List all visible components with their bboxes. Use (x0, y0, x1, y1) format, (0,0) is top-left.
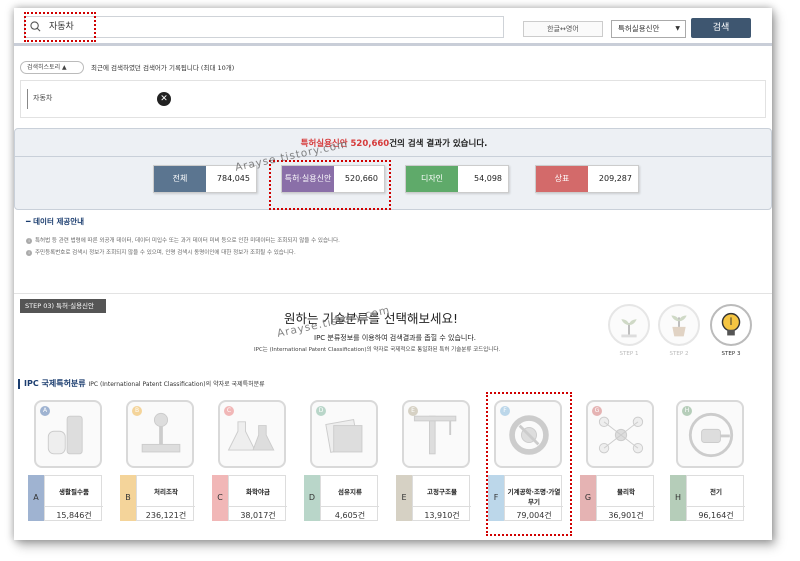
ipc-count: 4,605건 (321, 506, 379, 521)
paper-stack-icon[interactable]: D (310, 400, 378, 468)
ipc-name: 물리학 (617, 488, 635, 496)
ipc-subtitle: IPC (International Patent Classification… (88, 381, 265, 388)
ipc-card-d[interactable]: D D 섬유지류 4,605건 (304, 400, 380, 522)
info-icon: i (26, 249, 32, 256)
category-count: 209,287 (598, 174, 632, 183)
search-input[interactable]: 자동차 (24, 16, 504, 38)
ipc-name: 전기 (710, 488, 722, 496)
divider (27, 89, 28, 109)
ipc-card-h[interactable]: H H 전기 96,164건 (670, 400, 746, 522)
type-select[interactable]: 특허실용신안 ▼ (611, 20, 686, 38)
notice-line: i 주민등록번호로 검색시 정보가 조회되지 않을 수 있으며, 인명 검색시 동… (26, 248, 296, 256)
ipc-title: IPC 국제특허분류 (24, 379, 86, 388)
ipc-count: 96,164건 (687, 506, 745, 521)
ipc-count: 36,901건 (597, 506, 655, 521)
ipc-name: 고정구조물 (427, 488, 457, 496)
ipc-info: 화학야금 38,017건 (228, 475, 287, 521)
ipc-info: 전기 96,164건 (686, 475, 745, 521)
category-design[interactable]: 디자인 54,098 (405, 165, 509, 193)
ipc-name: 생활필수품 (59, 488, 89, 496)
close-icon[interactable]: ✕ (157, 92, 171, 106)
notice-title: ━ 데이터 제공안내 (26, 217, 85, 226)
ipc-header: IPC 국제특허분류 IPC (International Patent Cla… (18, 378, 265, 389)
notice-line: i 특허법 등 관련 법령에 따른 외공개 데이터, 데이터 미입수 또는 과거 … (26, 236, 340, 244)
search-bar: 자동차 한글↔영어 특허실용신안 ▼ 검색 (14, 8, 772, 46)
ipc-card-e[interactable]: E E 고정구조물 13,910건 (396, 400, 472, 522)
notice-text: 특허법 등 관련 법령에 따른 외공개 데이터, 데이터 미입수 또는 과거 데… (35, 238, 340, 244)
divider (15, 156, 771, 157)
plug-icon[interactable]: H (676, 400, 744, 468)
app-window: 자동차 한글↔영어 특허실용신안 ▼ 검색 검색히스토리 ▲ 최근에 검색하였던… (14, 8, 772, 540)
joystick-icon[interactable]: B (126, 400, 194, 468)
step-label: STEP 1 (619, 351, 639, 357)
ipc-info: 섬유지류 4,605건 (320, 475, 379, 521)
notice-title-text: 데이터 제공안내 (33, 217, 85, 226)
category-count: 54,098 (474, 174, 502, 183)
search-button[interactable]: 검색 (691, 18, 751, 38)
category-label: 디자인 (406, 166, 458, 192)
molecule-icon[interactable]: G (586, 400, 654, 468)
ipc-letter: H (670, 475, 686, 521)
results-suffix: 건의 검색 결과가 있습니다. (389, 139, 488, 149)
divider (18, 378, 20, 389)
category-label: 전체 (154, 166, 206, 192)
step-description: IPC는 (International Patent Classificatio… (254, 347, 501, 353)
category-label: 상표 (536, 166, 588, 192)
ipc-name: 섬유지류 (338, 488, 362, 496)
ipc-info: 생활필수품 15,846건 (44, 475, 103, 521)
ipc-count: 38,017건 (229, 506, 287, 521)
step-section: STEP 03) 특허·실용신안 원하는 기술분류를 선택해보세요! IPC 분… (14, 293, 772, 368)
step-badge: STEP 03) 특허·실용신안 (20, 299, 106, 313)
ipc-count: 13,910건 (413, 506, 471, 521)
ipc-letter: C (212, 475, 228, 521)
step3-lightbulb-icon (710, 304, 752, 346)
household-items-icon[interactable]: A (34, 400, 102, 468)
history-bar: 검색히스토리 ▲ 최근에 검색하였던 검색어가 기록됩니다 (최대 10개) (14, 58, 772, 78)
history-list: 자동차 ✕ (20, 80, 766, 118)
notice-text: 주민등록번호로 검색시 정보가 조회되지 않을 수 있으며, 인명 검색시 동명… (35, 250, 296, 256)
history-description: 최근에 검색하였던 검색어가 기록됩니다 (최대 10개) (91, 64, 235, 72)
ipc-letter: E (396, 475, 412, 521)
type-select-label: 특허실용신안 (618, 24, 660, 33)
step-subtitle: IPC 분류정보를 이용하여 검색결과를 좁힐 수 있습니다. (314, 334, 476, 342)
highlight-box (486, 392, 572, 536)
ipc-letter: B (120, 475, 136, 521)
ipc-info: 처리조작 236,121건 (136, 475, 195, 521)
ipc-letter: G (580, 475, 596, 521)
lang-toggle[interactable]: 한글↔영어 (523, 21, 603, 37)
flask-icon[interactable]: C (218, 400, 286, 468)
ipc-card-c[interactable]: C C 화학야금 38,017건 (212, 400, 288, 522)
ipc-count: 236,121건 (137, 506, 195, 521)
category-trademark[interactable]: 상표 209,287 (535, 165, 639, 193)
results-title: 특허실용신안 520,660건의 검색 결과가 있습니다. (15, 137, 772, 149)
chevron-down-icon: ▼ (675, 25, 680, 32)
step1-icon (608, 304, 650, 346)
ipc-card-b[interactable]: B B 처리조작 236,121건 (120, 400, 196, 522)
history-item[interactable]: 자동차 (33, 93, 52, 103)
history-toggle-label: 검색히스토리 (27, 64, 61, 71)
ipc-info: 물리학 36,901건 (596, 475, 655, 521)
highlight-box (269, 160, 391, 210)
highlight-box (24, 12, 96, 42)
ipc-count: 15,846건 (45, 506, 103, 521)
ipc-letter: A (28, 475, 44, 521)
ipc-card-a[interactable]: A A 생활필수품 15,846건 (28, 400, 104, 522)
ipc-info: 고정구조물 13,910건 (412, 475, 471, 521)
ipc-name: 처리조작 (154, 488, 178, 496)
info-icon: i (26, 237, 32, 244)
crane-icon[interactable]: E (402, 400, 470, 468)
step2-icon (658, 304, 700, 346)
ipc-card-g[interactable]: G G 물리학 36,901건 (580, 400, 656, 522)
results-panel: 특허실용신안 520,660건의 검색 결과가 있습니다. 전체 784,045… (14, 128, 772, 210)
ipc-letter: D (304, 475, 320, 521)
ipc-name: 화학야금 (246, 488, 270, 496)
step-label: STEP 2 (669, 351, 689, 357)
step-label: STEP 3 (721, 351, 741, 357)
history-toggle[interactable]: 검색히스토리 ▲ (20, 61, 84, 74)
